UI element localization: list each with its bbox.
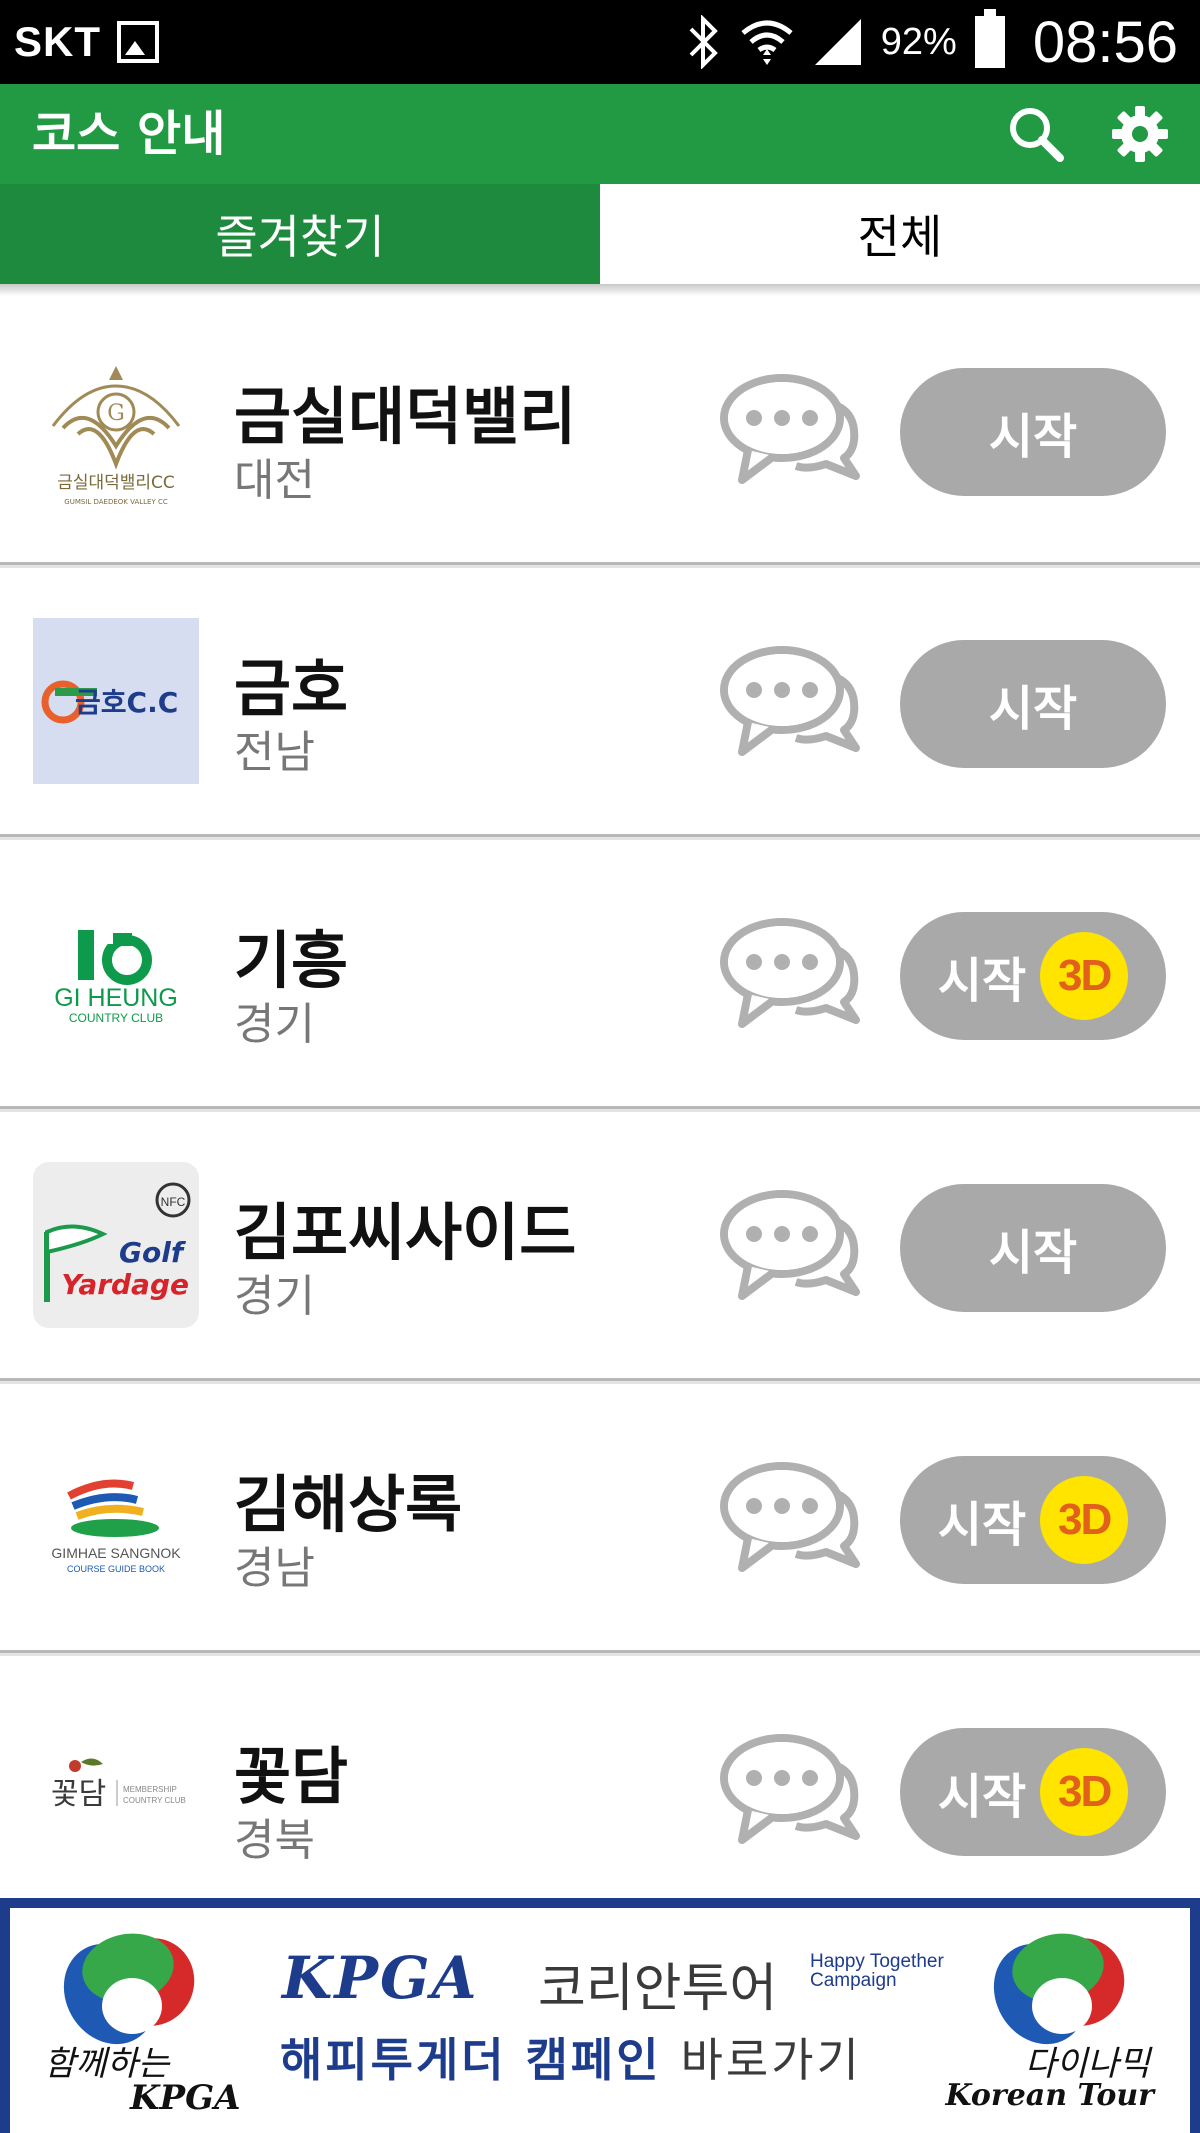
chat-button[interactable] — [718, 370, 864, 488]
chat-icon — [720, 374, 860, 484]
svg-text:GUMSIL DAEDEOK VALLEY CC: GUMSIL DAEDEOK VALLEY CC — [64, 498, 168, 506]
logo-text: 금호C.C — [75, 686, 178, 719]
logo-text: 꽃담 — [51, 1777, 106, 1812]
tab-divider — [0, 284, 1200, 296]
chat-icon — [720, 1190, 860, 1300]
start-label: 시작 — [988, 411, 1078, 464]
svg-text:Yardage: Yardage — [61, 1268, 189, 1301]
status-bar: SKT 92% 08:56 — [0, 0, 1200, 84]
3d-badge: 3D — [1040, 1476, 1129, 1564]
course-logo: G 금실대덕밸리CC GUMSIL DAEDEOK VALLEY CC — [33, 346, 199, 512]
settings-button[interactable] — [1110, 104, 1170, 164]
course-name: 금실대덕밸리 — [234, 380, 577, 453]
course-logo: 꽃담 MEMBERSHIP COUNTRY CLUB — [33, 1706, 199, 1872]
app-bar: 코스 안내 — [0, 84, 1200, 184]
3d-badge: 3D — [1040, 1748, 1129, 1836]
start-button[interactable]: 시작 3D — [900, 1456, 1166, 1584]
banner-content: 함께하는 KPGA KPGA 코리안투어 Happy Together Camp… — [10, 1908, 1190, 2133]
chat-button[interactable] — [718, 1458, 864, 1576]
start-label: 시작 — [937, 955, 1027, 1008]
chat-icon — [720, 1462, 860, 1572]
signal-icon — [814, 19, 861, 65]
course-region: 전남 — [234, 727, 315, 778]
list-item[interactable]: GIMHAE SANGNOK COURSE GUIDE BOOK 김해상록 경남… — [0, 1381, 1200, 1653]
search-icon — [1010, 108, 1064, 162]
course-region: 대전 — [234, 455, 315, 506]
svg-text:MEMBERSHIP: MEMBERSHIP — [123, 1785, 177, 1794]
svg-text:G: G — [107, 401, 125, 426]
chat-button[interactable] — [718, 1186, 864, 1304]
logo-text: Golf — [119, 1236, 187, 1269]
course-name: 금호 — [234, 652, 349, 725]
banner-right-caption-2: Korean Tour — [945, 2078, 1154, 2113]
start-button[interactable]: 시작 — [900, 640, 1166, 768]
course-logo: 금호C.C — [33, 618, 199, 784]
svg-text:COUNTRY CLUB: COUNTRY CLUB — [123, 1796, 186, 1805]
course-logo: GI HEUNG COUNTRY CLUB — [33, 890, 199, 1056]
start-button[interactable]: 시작 3D — [900, 1728, 1166, 1856]
course-logo: GIMHAE SANGNOK COURSE GUIDE BOOK — [33, 1434, 199, 1600]
start-label: 시작 — [988, 683, 1078, 736]
logo-text: 금실대덕밸리CC — [57, 473, 175, 493]
svg-text:COUNTRY CLUB: COUNTRY CLUB — [69, 1011, 163, 1025]
logo-text: GI HEUNG — [54, 984, 178, 1012]
start-label: 시작 — [937, 1771, 1027, 1824]
chat-button[interactable] — [718, 642, 864, 760]
chat-icon — [720, 918, 860, 1028]
chat-icon — [720, 1734, 860, 1844]
chat-icon — [720, 646, 860, 756]
start-button[interactable]: 시작 3D — [900, 912, 1166, 1040]
chat-button[interactable] — [718, 1730, 864, 1848]
3d-badge: 3D — [1040, 932, 1129, 1020]
course-logo: NFC Golf Yardage — [33, 1162, 199, 1328]
image-icon — [117, 21, 159, 63]
start-label: 시작 — [937, 1499, 1027, 1552]
carrier-label: SKT — [14, 18, 101, 65]
gear-icon — [1112, 106, 1168, 162]
course-region: 경북 — [234, 1815, 315, 1866]
list-item[interactable]: GI HEUNG COUNTRY CLUB 기흥 경기 시작 3D — [0, 837, 1200, 1109]
tab-bar: 즐겨찾기 전체 — [0, 184, 1200, 284]
search-button[interactable] — [1006, 104, 1066, 164]
course-region: 경기 — [234, 1271, 315, 1322]
banner-left-caption-2: KPGA — [130, 2078, 241, 2118]
list-item[interactable]: G 금실대덕밸리CC GUMSIL DAEDEOK VALLEY CC 금실대덕… — [0, 296, 1200, 565]
logo-text: GIMHAE SANGNOK — [51, 1545, 181, 1561]
list-item[interactable]: NFC Golf Yardage 김포씨사이드 경기 시작 — [0, 1109, 1200, 1381]
bluetooth-icon — [689, 15, 718, 69]
course-list: G 금실대덕밸리CC GUMSIL DAEDEOK VALLEY CC 금실대덕… — [0, 296, 1200, 1925]
course-name: 기흥 — [234, 924, 349, 997]
battery-percent: 92% — [880, 20, 957, 63]
banner-korean-tour: 코리안투어 — [538, 1959, 778, 2019]
list-item[interactable]: 금호C.C 금호 전남 시작 — [0, 565, 1200, 837]
svg-text:NFC: NFC — [161, 1195, 186, 1209]
course-region: 경기 — [234, 999, 315, 1050]
course-name: 꽃담 — [234, 1740, 349, 1813]
battery-icon — [974, 9, 1005, 68]
tab-favorites[interactable]: 즐겨찾기 — [0, 184, 600, 284]
start-button[interactable]: 시작 — [900, 368, 1166, 496]
banner-campaign-link: 해피투게더 캠페인 바로가기 — [280, 2033, 862, 2087]
course-region: 경남 — [234, 1543, 315, 1594]
kpga-banner[interactable]: 함께하는 KPGA KPGA 코리안투어 Happy Together Camp… — [0, 1898, 1200, 2133]
banner-happy-together: Happy Together Campaign — [810, 1951, 944, 1991]
course-name: 김해상록 — [234, 1468, 463, 1541]
course-name: 김포씨사이드 — [234, 1196, 577, 1269]
start-label: 시작 — [988, 1227, 1078, 1280]
tab-all[interactable]: 전체 — [600, 184, 1200, 284]
start-button[interactable]: 시작 — [900, 1184, 1166, 1312]
wifi-icon — [741, 20, 793, 65]
clock: 08:56 — [1032, 9, 1178, 75]
banner-kpga-title: KPGA — [282, 1944, 479, 2012]
page-title: 코스 안내 — [32, 106, 226, 162]
list-item[interactable]: 꽃담 MEMBERSHIP COUNTRY CLUB 꽃담 경북 시작 3D — [0, 1653, 1200, 1925]
svg-text:COURSE GUIDE BOOK: COURSE GUIDE BOOK — [67, 1564, 165, 1574]
chat-button[interactable] — [718, 914, 864, 1032]
